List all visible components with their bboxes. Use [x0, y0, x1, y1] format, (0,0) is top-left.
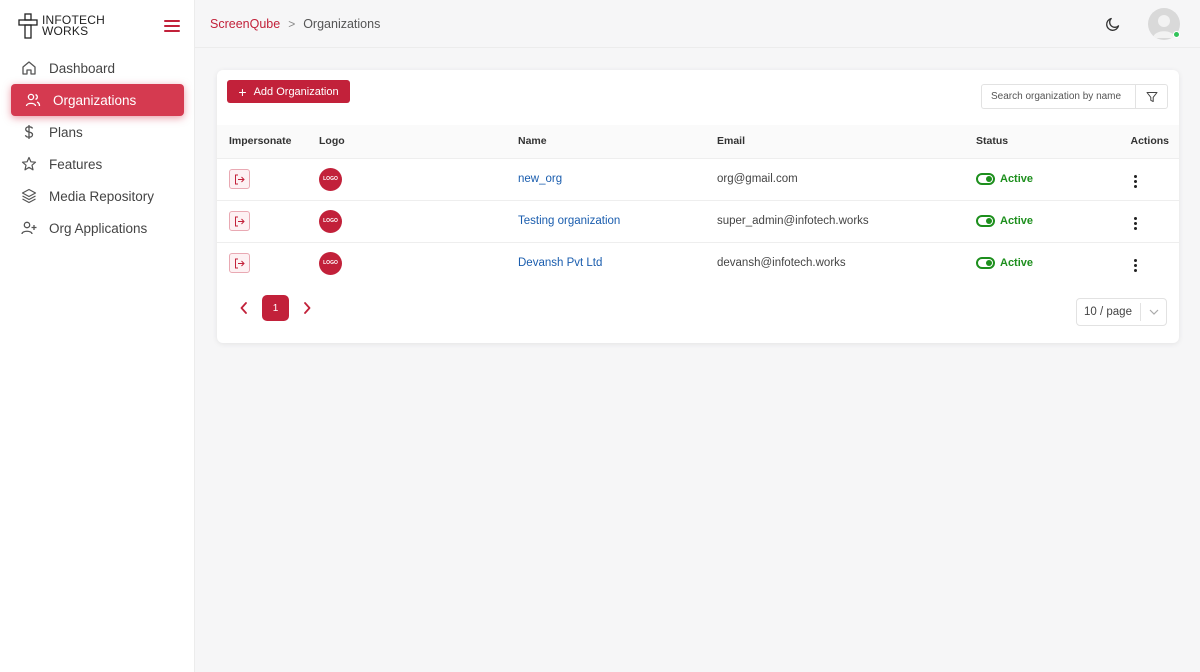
status-label: Active	[1000, 173, 1034, 185]
sidebar-item-features[interactable]: Features	[11, 148, 184, 180]
status-toggle[interactable]	[976, 173, 995, 185]
breadcrumb: ScreenQube > Organizations	[210, 17, 380, 31]
sidebar-item-plans[interactable]: Plans	[11, 116, 184, 148]
brand-logo[interactable]: INFOTECH WORKS	[18, 12, 118, 40]
column-header-actions: Actions	[1106, 125, 1179, 159]
user-plus-icon	[21, 220, 37, 236]
sidebar-item-dashboard[interactable]: Dashboard	[11, 52, 184, 84]
breadcrumb-separator: >	[288, 17, 296, 31]
status-toggle[interactable]	[976, 257, 995, 270]
org-logo: LOGO	[319, 251, 342, 275]
page-size-select[interactable]: 10 / page	[1076, 298, 1167, 326]
pagination-page-current[interactable]: 1	[262, 295, 289, 321]
filter-icon	[1146, 91, 1157, 102]
hamburger-menu-icon[interactable]	[164, 20, 180, 34]
sidebar-item-label: Features	[49, 156, 103, 172]
online-status-indicator	[1173, 31, 1180, 38]
org-logo: LOGO	[319, 167, 342, 191]
status-cell: Active	[976, 257, 1106, 270]
org-email: devansh@infotech.works	[717, 257, 846, 270]
status-label: Active	[1000, 215, 1034, 227]
sidebar-item-label: Plans	[49, 124, 83, 140]
sidebar-item-label: Org Applications	[49, 220, 148, 236]
breadcrumb-root-link[interactable]: ScreenQube	[210, 17, 280, 31]
star-icon	[21, 156, 37, 172]
organizations-card: + Add Organization Impersonate Logo Name…	[217, 70, 1179, 343]
more-actions-icon[interactable]	[1129, 258, 1141, 274]
org-email: org@gmail.com	[705, 158, 964, 201]
plus-icon: +	[238, 83, 247, 100]
sidebar-nav: Dashboard Organizations Plans Features M…	[0, 52, 195, 244]
chevron-down-icon	[1141, 309, 1166, 315]
column-header-email: Email	[705, 125, 964, 159]
table-header-row: Impersonate Logo Name Email Status Actio…	[217, 125, 1179, 159]
sidebar-item-label: Dashboard	[49, 60, 116, 76]
org-name-link[interactable]: Testing organization	[518, 215, 620, 227]
table-row: LOGO Testing organization super_admin@in…	[217, 200, 1179, 243]
org-logo: LOGO	[319, 209, 342, 233]
sidebar-item-media-repository[interactable]: Media Repository	[11, 180, 184, 212]
status-label: Active	[1000, 257, 1034, 270]
search-organization-input[interactable]	[981, 84, 1136, 109]
more-actions-icon[interactable]	[1129, 173, 1141, 189]
sidebar-item-label: Organizations	[53, 92, 137, 108]
filter-button[interactable]	[1135, 84, 1168, 109]
status-cell: Active	[976, 215, 1106, 227]
layers-icon	[21, 188, 37, 204]
org-name-link[interactable]: new_org	[518, 173, 562, 185]
org-email: super_admin@infotech.works	[705, 200, 964, 243]
org-name-link[interactable]: Devansh Pvt Ltd	[518, 257, 602, 269]
top-header: ScreenQube > Organizations	[195, 0, 1200, 48]
chevron-left-icon[interactable]	[237, 299, 251, 317]
brand-name: INFOTECH WORKS	[42, 14, 105, 38]
sidebar-item-label: Media Repository	[49, 188, 155, 204]
breadcrumb-current: Organizations	[303, 17, 381, 31]
infotech-logo-icon	[18, 13, 38, 39]
impersonate-login-icon[interactable]	[229, 169, 250, 189]
organizations-table: Impersonate Logo Name Email Status Actio…	[217, 125, 1179, 284]
more-actions-icon[interactable]	[1129, 215, 1141, 231]
sidebar-item-organizations[interactable]: Organizations	[11, 84, 184, 116]
column-header-status: Status	[964, 125, 1106, 159]
column-header-logo: Logo	[307, 125, 506, 159]
column-header-name: Name	[506, 125, 705, 159]
status-cell: Active	[976, 173, 1106, 185]
moon-icon[interactable]	[1105, 16, 1121, 32]
sidebar: INFOTECH WORKS Dashboard Organizations P…	[0, 0, 195, 672]
home-icon	[21, 60, 37, 76]
column-header-impersonate: Impersonate	[217, 125, 307, 159]
sidebar-item-org-applications[interactable]: Org Applications	[11, 212, 184, 244]
status-toggle[interactable]	[976, 215, 995, 227]
dollar-icon	[21, 124, 37, 140]
add-organization-label: Add Organization	[253, 85, 339, 98]
table-row: LOGO Devansh Pvt Ltd devansh@infotech.wo…	[217, 242, 1179, 284]
add-organization-button[interactable]: + Add Organization	[227, 80, 350, 103]
table-row: LOGO new_org org@gmail.com Active	[217, 158, 1179, 201]
chevron-right-icon[interactable]	[300, 299, 314, 317]
brand-name-line2: WORKS	[42, 24, 89, 38]
impersonate-login-icon[interactable]	[229, 211, 250, 231]
impersonate-login-icon[interactable]	[229, 253, 250, 274]
page-size-value: 10 / page	[1084, 306, 1132, 318]
users-icon	[25, 92, 41, 108]
